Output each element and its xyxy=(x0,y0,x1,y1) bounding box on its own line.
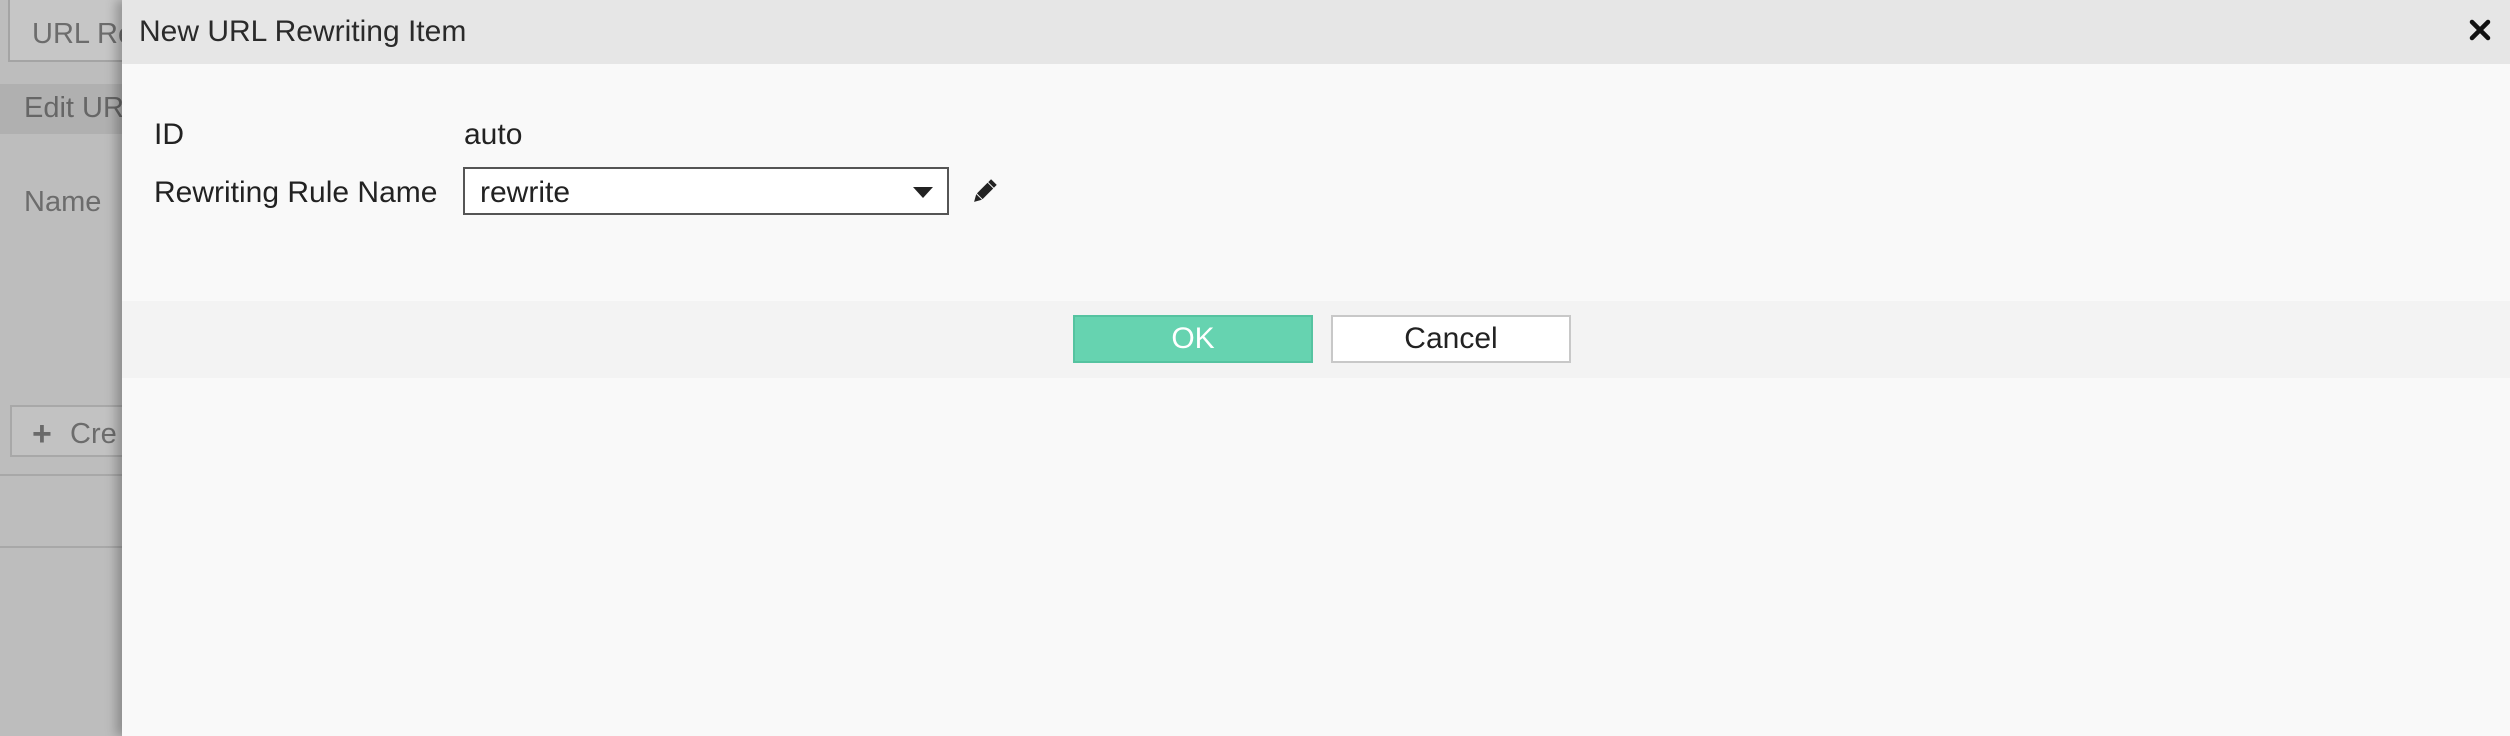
pencil-icon[interactable] xyxy=(968,176,1000,208)
ok-button[interactable]: OK xyxy=(1073,315,1313,363)
background-create-label: Cre xyxy=(70,418,117,450)
rewriting-rule-name-label: Rewriting Rule Name xyxy=(154,176,438,209)
dialog-header: New URL Rewriting Item xyxy=(122,0,2510,64)
url-rewriting-dialog: New URL Rewriting Item ID auto Rewriting… xyxy=(122,0,2510,736)
chevron-down-icon xyxy=(913,187,933,198)
cancel-button[interactable]: Cancel xyxy=(1331,315,1571,363)
dialog-footer xyxy=(122,301,2510,378)
plus-icon: + xyxy=(32,415,52,453)
dialog-title: New URL Rewriting Item xyxy=(139,15,467,48)
rewriting-rule-name-value: rewrite xyxy=(480,176,571,209)
close-icon[interactable] xyxy=(2462,12,2498,48)
id-value: auto xyxy=(464,118,523,151)
background-name-label: Name xyxy=(24,186,102,218)
background-edit-label: Edit UR xyxy=(24,92,124,124)
id-label: ID xyxy=(154,118,184,151)
background-tab-label: URL Re xyxy=(32,18,135,50)
rewriting-rule-name-select[interactable]: rewrite xyxy=(463,167,949,215)
